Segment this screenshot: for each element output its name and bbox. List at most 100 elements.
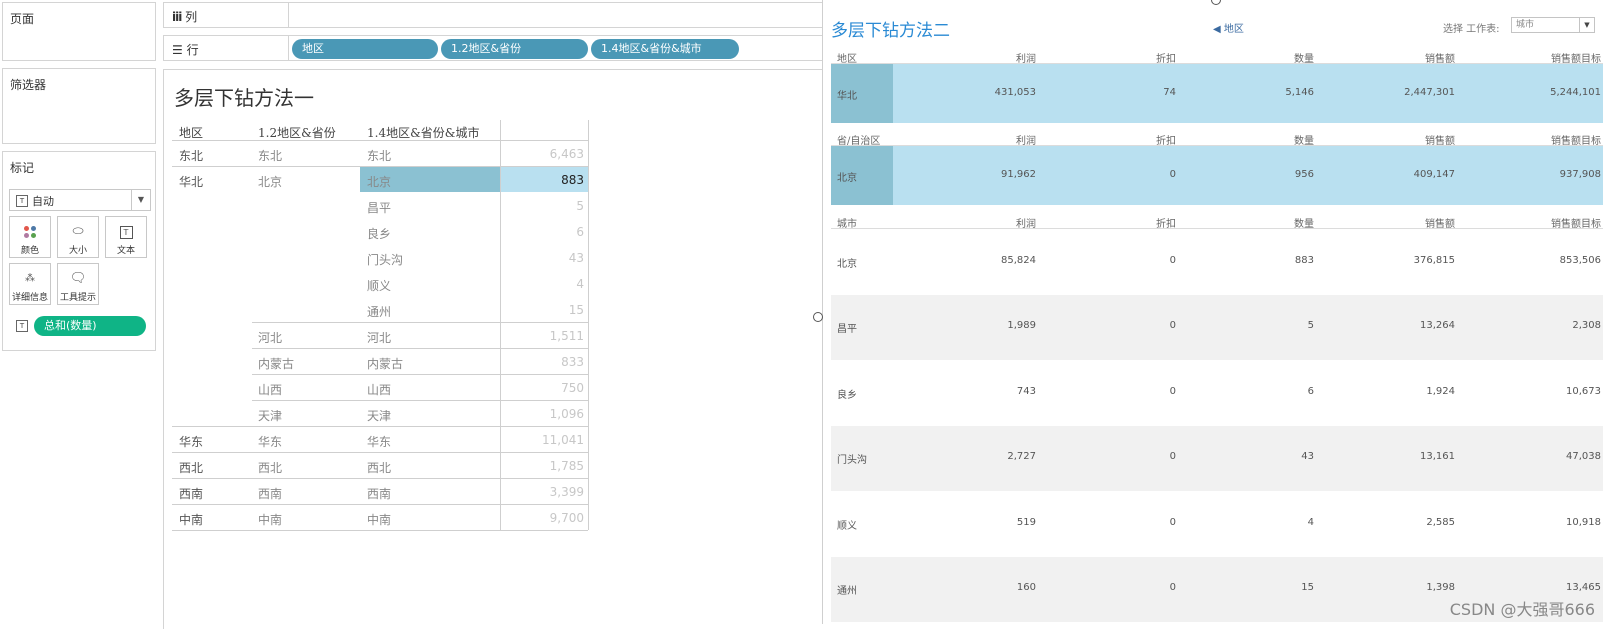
sheet2-value-cell[interactable]: 85,824: [916, 255, 1036, 266]
row-pill-region-province[interactable]: 1.2地区&省份: [441, 39, 588, 59]
sheet2-value-cell[interactable]: 0: [1056, 517, 1176, 528]
sheet2-value-cell[interactable]: 431,053: [916, 87, 1036, 98]
sheet1-cell-value[interactable]: 5: [504, 199, 584, 213]
size-button[interactable]: ⬭ 大小: [57, 216, 99, 258]
sheet1-cell-value[interactable]: 883: [504, 173, 584, 187]
sheet1-cell-city[interactable]: 北京: [367, 173, 391, 190]
drill-up-link[interactable]: ◀ 地区: [1213, 20, 1244, 35]
sheet2-value-cell[interactable]: 74: [1056, 87, 1176, 98]
sheet2-dim-cell[interactable]: 通州: [837, 582, 857, 597]
sheet2-value-cell[interactable]: 376,815: [1335, 255, 1455, 266]
sheet1-cell-city[interactable]: 华东: [367, 433, 391, 450]
sheet2-value-cell[interactable]: 0: [1056, 255, 1176, 266]
sheet1-cell-region[interactable]: 华东: [179, 433, 203, 450]
measure-pill[interactable]: 总和(数量): [34, 316, 146, 336]
sheet2-value-cell[interactable]: 0: [1056, 169, 1176, 180]
sheet2-value-cell[interactable]: 519: [916, 517, 1036, 528]
sheet2-dim-cell[interactable]: 华北: [837, 87, 857, 102]
chevron-down-icon[interactable]: ▼: [131, 190, 150, 210]
sheet1-cell-province[interactable]: 北京: [258, 173, 282, 190]
sheet2-value-cell[interactable]: 1,398: [1335, 582, 1455, 593]
row-pill-region-province-city[interactable]: 1.4地区&省份&城市: [591, 39, 739, 59]
filters-card[interactable]: 筛选器: [2, 68, 156, 144]
sheet1-cell-province[interactable]: 内蒙古: [258, 355, 294, 372]
columns-shelf[interactable]: iii 列: [163, 2, 823, 28]
sheet1-cell-province[interactable]: 西北: [258, 459, 282, 476]
sheet1-cell-value[interactable]: 1,511: [504, 329, 584, 343]
sheet1-cell-city[interactable]: 良乡: [367, 225, 391, 242]
sheet2-value-cell[interactable]: 13,465: [1481, 582, 1601, 593]
sheet2-value-cell[interactable]: 47,038: [1481, 451, 1601, 462]
sheet1-cell-city[interactable]: 通州: [367, 303, 391, 320]
sheet1-cell-city[interactable]: 山西: [367, 381, 391, 398]
sheet2-value-cell[interactable]: 0: [1056, 386, 1176, 397]
sheet1-cell-city[interactable]: 西南: [367, 485, 391, 502]
sheet2-value-cell[interactable]: 4: [1194, 517, 1314, 528]
sheet1-cell-city[interactable]: 顺义: [367, 277, 391, 294]
sheet2-value-cell[interactable]: 10,918: [1481, 517, 1601, 528]
sheet2-dim-cell[interactable]: 门头沟: [837, 451, 867, 466]
sheet2-value-cell[interactable]: 0: [1056, 320, 1176, 331]
sheet1-cell-value[interactable]: 6: [504, 225, 584, 239]
sheet1-cell-city[interactable]: 昌平: [367, 199, 391, 216]
sheet1-cell-region[interactable]: 华北: [179, 173, 203, 190]
sheet2-value-cell[interactable]: 43: [1194, 451, 1314, 462]
sheet1-cell-region[interactable]: 东北: [179, 147, 203, 164]
sheet2-value-cell[interactable]: 6: [1194, 386, 1314, 397]
color-button[interactable]: 颜色: [9, 216, 51, 258]
sheet1-cell-province[interactable]: 西南: [258, 485, 282, 502]
sheet2-value-cell[interactable]: 5,146: [1194, 87, 1314, 98]
sheet1-cell-value[interactable]: 4: [504, 277, 584, 291]
sheet2-value-cell[interactable]: 1,924: [1335, 386, 1455, 397]
sheet2-value-cell[interactable]: 15: [1194, 582, 1314, 593]
sheet2-dim-cell[interactable]: 昌平: [837, 320, 857, 335]
sheet1-cell-value[interactable]: 3,399: [504, 485, 584, 499]
sheet2-dim-cell[interactable]: 北京: [837, 169, 857, 184]
sheet1-cell-value[interactable]: 750: [504, 381, 584, 395]
sheet1-cell-province[interactable]: 山西: [258, 381, 282, 398]
sheet1-cell-city[interactable]: 中南: [367, 511, 391, 528]
mark-type-dropdown[interactable]: T 自动 ▼: [9, 189, 151, 211]
sheet2-value-cell[interactable]: 2,585: [1335, 517, 1455, 528]
sheet2-value-cell[interactable]: 1,989: [916, 320, 1036, 331]
sheet1-cell-city[interactable]: 内蒙古: [367, 355, 403, 372]
sheet2-value-cell[interactable]: 13,161: [1335, 451, 1455, 462]
sheet1-cell-city[interactable]: 东北: [367, 147, 391, 164]
sheet2-value-cell[interactable]: 0: [1056, 582, 1176, 593]
sheet2-value-cell[interactable]: 883: [1194, 255, 1314, 266]
tooltip-button[interactable]: 🗨 工具提示: [57, 263, 99, 305]
sheet2-dim-cell[interactable]: 良乡: [837, 386, 857, 401]
resize-handle-left[interactable]: [813, 312, 823, 322]
sheet2-value-cell[interactable]: 10,673: [1481, 386, 1601, 397]
sheet1-cell-province[interactable]: 中南: [258, 511, 282, 528]
sheet2-value-cell[interactable]: 743: [916, 386, 1036, 397]
sheet2-value-cell[interactable]: 5: [1194, 320, 1314, 331]
sheet1-cell-region[interactable]: 西北: [179, 459, 203, 476]
sheet1-cell-value[interactable]: 43: [504, 251, 584, 265]
sheet1-cell-value[interactable]: 1,785: [504, 459, 584, 473]
sheet1-cell-value[interactable]: 6,463: [504, 147, 584, 161]
sheet1-cell-province[interactable]: 华东: [258, 433, 282, 450]
sheet1-cell-province[interactable]: 天津: [258, 407, 282, 424]
sheet1-cell-region[interactable]: 西南: [179, 485, 203, 502]
sheet1-cell-city[interactable]: 河北: [367, 329, 391, 346]
chevron-down-icon[interactable]: ▼: [1579, 18, 1594, 32]
sheet2-dim-cell[interactable]: 顺义: [837, 517, 857, 532]
sheet1-cell-region[interactable]: 中南: [179, 511, 203, 528]
sheet1-cell-value[interactable]: 15: [504, 303, 584, 317]
sheet2-dim-cell[interactable]: 北京: [837, 255, 857, 270]
sheet1-cell-city[interactable]: 西北: [367, 459, 391, 476]
sheet2-value-cell[interactable]: 2,308: [1481, 320, 1601, 331]
worksheet-select[interactable]: 城市 ▼: [1511, 17, 1595, 33]
sheet1-cell-value[interactable]: 833: [504, 355, 584, 369]
sheet1-cell-value[interactable]: 11,041: [504, 433, 584, 447]
sheet2-value-cell[interactable]: 13,264: [1335, 320, 1455, 331]
sheet2-value-cell[interactable]: 0: [1056, 451, 1176, 462]
detail-button[interactable]: ⁂ 详细信息: [9, 263, 51, 305]
sheet2-value-cell[interactable]: 937,908: [1481, 169, 1601, 180]
sheet1-cell-city[interactable]: 天津: [367, 407, 391, 424]
sheet1-cell-value[interactable]: 9,700: [504, 511, 584, 525]
sheet1-cell-province[interactable]: 河北: [258, 329, 282, 346]
sheet1-cell-value[interactable]: 1,096: [504, 407, 584, 421]
text-button[interactable]: T 文本: [105, 216, 147, 258]
